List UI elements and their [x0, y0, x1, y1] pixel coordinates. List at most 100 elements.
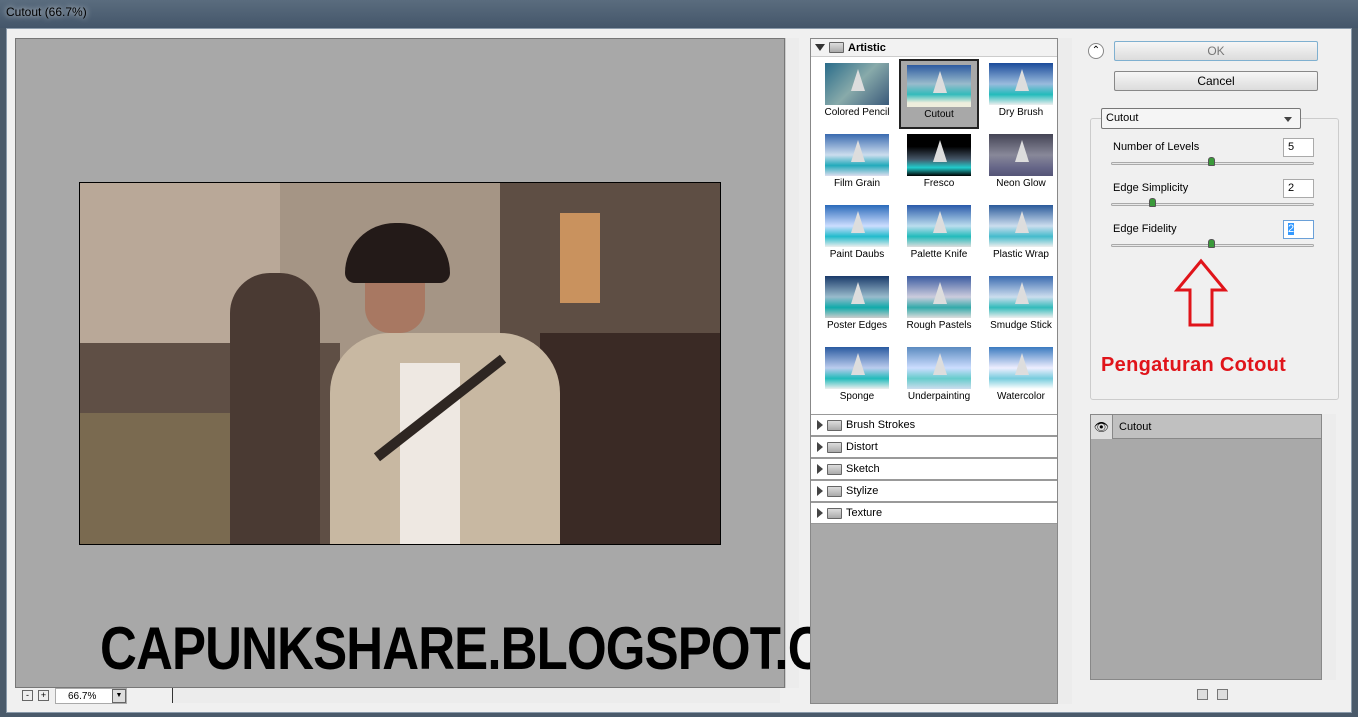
category-item[interactable]: Distort — [811, 436, 1057, 458]
effect-layer-label: Cutout — [1119, 420, 1152, 433]
category-item[interactable]: Sketch — [811, 458, 1057, 480]
filter-select-value: Cutout — [1106, 112, 1139, 124]
preview-vertical-scrollbar[interactable] — [785, 38, 799, 688]
folder-icon — [827, 463, 842, 475]
filter-label: Neon Glow — [996, 178, 1046, 189]
red-arrow-icon — [1174, 258, 1228, 327]
param-input[interactable]: 2 — [1283, 179, 1314, 198]
zoom-in-button[interactable]: + — [38, 690, 49, 701]
filter-thumbnail[interactable]: Cutout — [899, 59, 979, 129]
folder-icon — [827, 441, 842, 453]
category-label: Distort — [846, 441, 878, 453]
filter-thumbnail[interactable]: Paint Daubs — [817, 201, 897, 271]
param-value: 5 — [1288, 141, 1295, 153]
category-item[interactable]: Texture — [811, 502, 1057, 524]
slider-handle[interactable] — [1208, 239, 1215, 248]
delete-effect-layer-icon[interactable] — [1217, 689, 1228, 700]
filter-label: Colored Pencil — [824, 107, 890, 118]
filter-label: Poster Edges — [826, 320, 888, 331]
annotation-text: Pengaturan Cotout — [1101, 354, 1287, 376]
layers-scrollbar[interactable] — [1322, 414, 1336, 680]
eye-icon[interactable]: 👁 — [1091, 414, 1113, 439]
preview-image — [79, 182, 721, 545]
param-slider[interactable] — [1111, 198, 1314, 207]
filter-preview-image — [825, 63, 889, 105]
filter-label: Dry Brush — [998, 107, 1044, 118]
cancel-button[interactable]: Cancel — [1114, 71, 1318, 91]
filter-label: Paint Daubs — [829, 249, 885, 260]
category-artistic[interactable]: Artistic — [811, 39, 1057, 57]
filter-preview-image — [907, 205, 971, 247]
param-value: 2 — [1288, 182, 1295, 194]
filter-label: Plastic Wrap — [993, 249, 1049, 260]
filter-preview-image — [989, 347, 1053, 389]
filter-label: Rough Pastels — [906, 320, 972, 331]
param-label: Edge Simplicity — [1113, 182, 1189, 194]
slider-handle[interactable] — [1148, 198, 1156, 207]
zoom-bar: - + 66.7% ▼ — [15, 688, 785, 704]
param-label: Edge Fidelity — [1113, 223, 1177, 235]
watermark-text: CAPUNKSHARE.BLOGSPOT.COM — [100, 615, 905, 682]
filter-thumbnail[interactable]: Watercolor — [981, 343, 1061, 413]
collapsed-triangle-icon — [817, 486, 823, 496]
filter-label: Palette Knife — [910, 249, 968, 260]
filter-thumbnail[interactable]: Sponge — [817, 343, 897, 413]
filter-preview-image — [989, 63, 1053, 105]
filter-label: Watercolor — [997, 391, 1045, 402]
filter-preview-image — [825, 347, 889, 389]
effect-layers-panel: 👁 Cutout — [1090, 414, 1322, 680]
filter-preview-image — [825, 205, 889, 247]
zoom-out-button[interactable]: - — [22, 690, 33, 701]
param-input[interactable]: 2 — [1283, 220, 1314, 239]
param-input[interactable]: 5 — [1283, 138, 1314, 157]
filter-preview-image — [907, 276, 971, 318]
category-label: Sketch — [846, 463, 880, 475]
category-item[interactable]: Stylize — [811, 480, 1057, 502]
filter-select[interactable]: Cutout — [1101, 108, 1301, 129]
collapsed-triangle-icon — [817, 464, 823, 474]
filter-thumbnail[interactable]: Fresco — [899, 130, 979, 200]
filter-label: Film Grain — [833, 178, 881, 189]
filter-preview-image — [907, 347, 971, 389]
ok-button[interactable]: OK — [1114, 41, 1318, 61]
new-effect-layer-icon[interactable] — [1197, 689, 1208, 700]
filter-label: Fresco — [923, 178, 955, 189]
filter-label: Cutout — [924, 109, 954, 120]
category-label: Brush Strokes — [846, 419, 916, 431]
filter-preview-image — [907, 65, 971, 107]
preview-horizontal-scrollbar[interactable] — [172, 688, 780, 703]
filter-thumbnail[interactable]: Smudge Stick — [981, 272, 1061, 342]
folder-icon — [827, 507, 842, 519]
effect-layer[interactable]: 👁 Cutout — [1091, 414, 1321, 439]
filter-thumbnail[interactable]: Colored Pencil — [817, 59, 897, 129]
filter-thumbnail[interactable]: Film Grain — [817, 130, 897, 200]
filter-preview-image — [989, 276, 1053, 318]
filter-thumbnail[interactable]: Dry Brush — [981, 59, 1061, 129]
filter-thumbnail[interactable]: Plastic Wrap — [981, 201, 1061, 271]
category-label: Stylize — [846, 485, 879, 497]
category-label: Texture — [846, 507, 883, 519]
filter-thumbnail[interactable]: Rough Pastels — [899, 272, 979, 342]
param-value: 2 — [1288, 223, 1295, 235]
filter-thumbnail[interactable]: Poster Edges — [817, 272, 897, 342]
gallery-scrollbar[interactable] — [1058, 38, 1072, 704]
filter-thumbnail[interactable]: Palette Knife — [899, 201, 979, 271]
zoom-dropdown-button[interactable]: ▼ — [112, 689, 126, 703]
slider-handle[interactable] — [1208, 157, 1215, 166]
filter-preview-image — [989, 205, 1053, 247]
filter-preview-image — [989, 134, 1053, 176]
title-bar: Cutout (66.7%) — [0, 0, 1358, 28]
filter-preview-image — [825, 276, 889, 318]
filter-label: Smudge Stick — [990, 320, 1052, 331]
param-slider[interactable] — [1111, 239, 1314, 248]
category-item[interactable]: Brush Strokes — [811, 414, 1057, 436]
collapsed-triangle-icon — [817, 508, 823, 518]
folder-icon — [829, 42, 844, 53]
param-slider[interactable] — [1111, 157, 1314, 166]
filter-thumbnail[interactable]: Underpainting — [899, 343, 979, 413]
collapse-gallery-button[interactable]: ⌃ — [1088, 43, 1104, 59]
folder-icon — [827, 485, 842, 497]
chevron-down-icon — [1284, 117, 1292, 122]
filter-preview-image — [907, 134, 971, 176]
filter-thumbnail[interactable]: Neon Glow — [981, 130, 1061, 200]
